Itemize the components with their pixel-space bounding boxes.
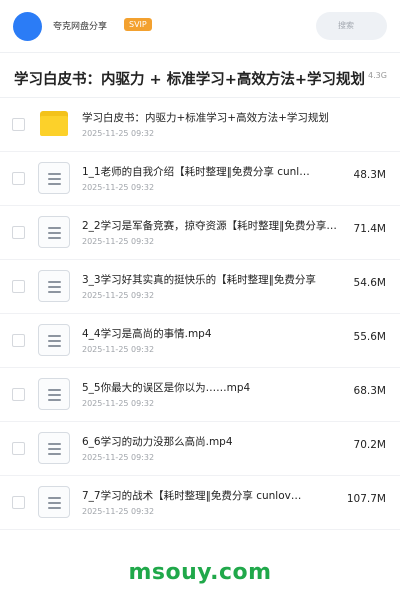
file-size: 107.7M — [346, 493, 386, 505]
row-checkbox[interactable] — [12, 334, 25, 347]
file-name[interactable]: 6_6学习的动力没那么高尚.mp4 — [82, 434, 342, 449]
row-checkbox[interactable] — [12, 442, 25, 455]
file-date: 2025-11-25 09:32 — [82, 291, 155, 300]
document-icon — [38, 486, 70, 518]
file-size: 70.2M — [353, 439, 386, 451]
folder-title-bar: 学习白皮书：内驱力 + 标准学习+高效方法+学习规划 4.3G — [0, 52, 400, 98]
total-size: 4.3G — [368, 71, 387, 80]
page-title: 学习白皮书：内驱力 + 标准学习+高效方法+学习规划 — [14, 72, 366, 88]
file-date: 2025-11-25 09:32 — [82, 129, 155, 138]
file-size: 55.6M — [353, 331, 386, 343]
svip-badge: SVIP — [124, 18, 152, 31]
document-icon — [38, 432, 70, 464]
file-date: 2025-11-25 09:32 — [82, 345, 155, 354]
file-row[interactable]: 1_1老师的自我介绍【耗时整理‖免费分享 cunl… 2025-11-25 09:… — [0, 152, 400, 206]
file-name[interactable]: 1_1老师的自我介绍【耗时整理‖免费分享 cunl… — [82, 164, 342, 179]
file-name[interactable]: 学习白皮书：内驱力+标准学习+高效方法+学习规划 — [82, 110, 342, 125]
document-icon — [38, 270, 70, 302]
row-checkbox[interactable] — [12, 172, 25, 185]
document-icon — [38, 162, 70, 194]
folder-icon — [38, 108, 70, 140]
row-checkbox[interactable] — [12, 226, 25, 239]
row-checkbox[interactable] — [12, 388, 25, 401]
row-checkbox[interactable] — [12, 496, 25, 509]
file-name[interactable]: 5_5你最大的误区是你以为……mp4 — [82, 380, 342, 395]
search-input[interactable]: 搜索 — [316, 12, 387, 40]
file-size: 71.4M — [353, 223, 386, 235]
file-date: 2025-11-25 09:32 — [82, 399, 155, 408]
file-date: 2025-11-25 09:32 — [82, 507, 155, 516]
watermark-logo: msouy.com — [128, 560, 272, 585]
file-row[interactable]: 3_3学习好其实真的挺快乐的【耗时整理‖免费分享 2025-11-25 09:32… — [0, 260, 400, 314]
file-row[interactable]: 5_5你最大的误区是你以为……mp4 2025-11-25 09:32 68.3M — [0, 368, 400, 422]
file-name[interactable]: 7_7学习的战术【耗时整理‖免费分享 cunlov… — [82, 488, 342, 503]
folder-row[interactable]: 学习白皮书：内驱力+标准学习+高效方法+学习规划 2025-11-25 09:32 — [0, 98, 400, 152]
file-name[interactable]: 3_3学习好其实真的挺快乐的【耗时整理‖免费分享 — [82, 272, 342, 287]
file-size: 48.3M — [353, 169, 386, 181]
document-icon — [38, 216, 70, 248]
file-date: 2025-11-25 09:32 — [82, 183, 155, 192]
file-row[interactable]: 4_4学习是高尚的事情.mp4 2025-11-25 09:32 55.6M — [0, 314, 400, 368]
file-date: 2025-11-25 09:32 — [82, 453, 155, 462]
file-name[interactable]: 4_4学习是高尚的事情.mp4 — [82, 326, 342, 341]
row-checkbox[interactable] — [12, 118, 25, 131]
file-name[interactable]: 2_2学习是军备竞赛，掠夺资源【耗时整理‖免费分享… — [82, 218, 342, 233]
file-row[interactable]: 6_6学习的动力没那么高尚.mp4 2025-11-25 09:32 70.2M — [0, 422, 400, 476]
user-name[interactable]: 夸克网盘分享 — [53, 19, 107, 32]
file-row[interactable]: 7_7学习的战术【耗时整理‖免费分享 cunlov… 2025-11-25 09:… — [0, 476, 400, 530]
file-row[interactable]: 2_2学习是军备竞赛，掠夺资源【耗时整理‖免费分享… 2025-11-25 09:… — [0, 206, 400, 260]
document-icon — [38, 324, 70, 356]
document-icon — [38, 378, 70, 410]
avatar[interactable] — [13, 12, 42, 41]
row-checkbox[interactable] — [12, 280, 25, 293]
file-size: 54.6M — [353, 277, 386, 289]
header: 夸克网盘分享 SVIP 搜索 — [0, 0, 400, 52]
file-size: 68.3M — [353, 385, 386, 397]
file-date: 2025-11-25 09:32 — [82, 237, 155, 246]
